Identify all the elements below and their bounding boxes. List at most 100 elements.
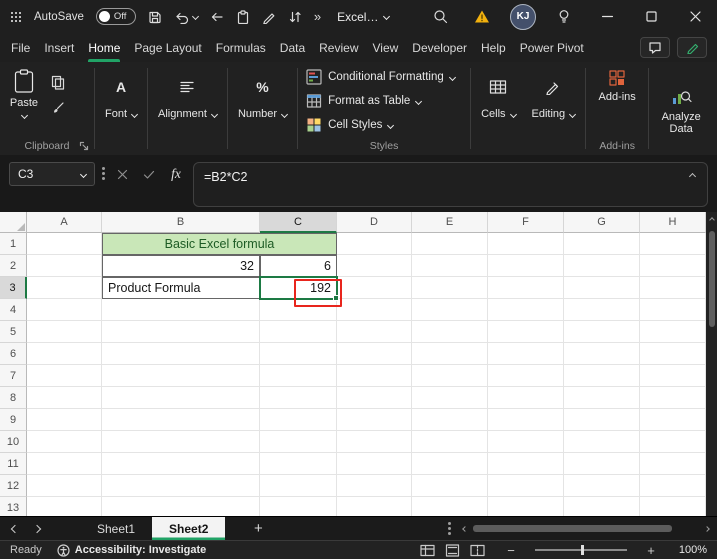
copy-button[interactable] <box>48 74 68 90</box>
zoom-in-button[interactable]: + <box>644 543 658 558</box>
editing-mode-button[interactable] <box>677 37 707 58</box>
cell-styles-button[interactable]: Cell Styles <box>306 113 468 137</box>
column-header-E[interactable]: E <box>412 212 488 233</box>
column-header-G[interactable]: G <box>564 212 640 233</box>
comments-button[interactable] <box>640 37 670 58</box>
autosave-toggle[interactable]: Off <box>96 8 136 25</box>
zoom-slider[interactable] <box>535 549 627 551</box>
column-header-H[interactable]: H <box>640 212 706 233</box>
row-header-2[interactable]: 2 <box>0 255 27 277</box>
conditional-formatting-button[interactable]: Conditional Formatting <box>306 65 468 89</box>
tab-page-layout[interactable]: Page Layout <box>127 33 208 62</box>
horizontal-scroll-track[interactable] <box>473 525 699 533</box>
format-as-table-button[interactable]: Format as Table <box>306 89 468 113</box>
formula-input[interactable]: =B2*C2 <box>193 162 708 207</box>
row-header-9[interactable]: 9 <box>0 409 27 431</box>
row-header-10[interactable]: 10 <box>0 431 27 453</box>
addins-button[interactable]: Add-ins <box>588 62 646 103</box>
cell-B2[interactable]: 32 <box>102 255 260 277</box>
paste-quick-button[interactable] <box>236 10 250 24</box>
column-header-A[interactable]: A <box>27 212 102 233</box>
sheetbar-menu-icon[interactable] <box>448 527 451 530</box>
row-header-12[interactable]: 12 <box>0 475 27 497</box>
cell-B1[interactable]: Basic Excel formula <box>102 233 337 255</box>
workbook-title-button[interactable]: Excel… <box>337 10 389 24</box>
enter-button[interactable] <box>139 162 159 186</box>
row-header-4[interactable]: 4 <box>0 299 27 321</box>
accessibility-status[interactable]: Accessibility: Investigate <box>57 544 206 557</box>
column-header-D[interactable]: D <box>337 212 412 233</box>
format-painter-button[interactable] <box>48 100 68 116</box>
column-header-F[interactable]: F <box>488 212 564 233</box>
tab-review[interactable]: Review <box>312 33 365 62</box>
prev-sheet-icon[interactable] <box>11 524 19 532</box>
minimize-button[interactable] <box>585 0 629 33</box>
row-header-13[interactable]: 13 <box>0 497 27 516</box>
tab-home[interactable]: Home <box>81 33 127 62</box>
warning-button[interactable] <box>461 0 503 33</box>
more-commands-icon[interactable]: » <box>314 9 321 24</box>
alignment-group-button[interactable]: Alignment <box>150 62 225 155</box>
number-group-button[interactable]: % Number <box>230 62 295 155</box>
close-button[interactable] <box>673 0 717 33</box>
sort-quick-button[interactable] <box>288 10 302 24</box>
name-box[interactable]: C3 <box>9 162 95 186</box>
row-header-1[interactable]: 1 <box>0 233 27 255</box>
vertical-scrollbar-thumb[interactable] <box>709 231 715 327</box>
cells-group-button[interactable]: Cells <box>473 62 523 155</box>
analyze-data-button[interactable]: Analyze Data <box>651 62 711 155</box>
row-header-11[interactable]: 11 <box>0 453 27 475</box>
app-launcher-icon[interactable] <box>10 11 22 23</box>
row-header-5[interactable]: 5 <box>0 321 27 343</box>
horizontal-scrollbar[interactable] <box>455 525 717 533</box>
clipboard-dialog-launcher-icon[interactable] <box>77 139 90 152</box>
tab-developer[interactable]: Developer <box>405 33 474 62</box>
scroll-right-icon[interactable] <box>704 526 710 532</box>
scroll-up-icon[interactable] <box>709 217 715 223</box>
cell-C2[interactable]: 6 <box>260 255 337 277</box>
zoom-out-button[interactable]: − <box>504 543 518 558</box>
maximize-button[interactable] <box>629 0 673 33</box>
cell-B3[interactable]: Product Formula <box>102 277 260 299</box>
redo-button[interactable] <box>210 10 224 24</box>
save-button[interactable] <box>148 10 162 24</box>
tab-power-pivot[interactable]: Power Pivot <box>513 33 591 62</box>
search-button[interactable] <box>419 0 461 33</box>
tab-file[interactable]: File <box>4 33 37 62</box>
next-sheet-icon[interactable] <box>33 524 41 532</box>
horizontal-scrollbar-thumb[interactable] <box>473 525 672 532</box>
page-break-view-button[interactable] <box>469 543 485 557</box>
vertical-scrollbar[interactable] <box>706 212 717 516</box>
editing-group-button[interactable]: Editing <box>524 62 584 155</box>
draw-quick-button[interactable] <box>262 10 276 24</box>
row-header-6[interactable]: 6 <box>0 343 27 365</box>
add-sheet-button[interactable]: + <box>249 517 267 540</box>
cells-icon <box>489 77 507 97</box>
cancel-button[interactable] <box>112 162 132 186</box>
paste-button[interactable]: Paste <box>2 67 46 118</box>
undo-button[interactable] <box>174 10 198 24</box>
sheet-tab-sheet1[interactable]: Sheet1 <box>80 517 152 540</box>
avatar[interactable]: KJ <box>510 4 536 30</box>
row-header-3[interactable]: 3 <box>0 277 27 299</box>
tab-view[interactable]: View <box>366 33 406 62</box>
scroll-left-icon[interactable] <box>462 526 468 532</box>
tab-insert[interactable]: Insert <box>37 33 81 62</box>
tab-help[interactable]: Help <box>474 33 513 62</box>
row-header-7[interactable]: 7 <box>0 365 27 387</box>
zoom-slider-thumb[interactable] <box>581 545 584 555</box>
page-layout-view-button[interactable] <box>444 543 460 557</box>
insert-function-button[interactable]: fx <box>166 162 186 186</box>
zoom-percentage[interactable]: 100% <box>673 544 707 556</box>
column-header-B[interactable]: B <box>102 212 260 233</box>
row-header-8[interactable]: 8 <box>0 387 27 409</box>
normal-view-button[interactable] <box>419 543 435 557</box>
tab-data[interactable]: Data <box>273 33 312 62</box>
select-all-corner[interactable] <box>0 212 27 233</box>
tips-button[interactable] <box>543 0 585 33</box>
sheet-tab-sheet2[interactable]: Sheet2 <box>152 517 225 540</box>
collapse-formula-bar-icon[interactable] <box>689 173 696 180</box>
column-header-C[interactable]: C <box>260 212 337 233</box>
font-group-button[interactable]: A Font <box>97 62 145 155</box>
tab-formulas[interactable]: Formulas <box>209 33 273 62</box>
